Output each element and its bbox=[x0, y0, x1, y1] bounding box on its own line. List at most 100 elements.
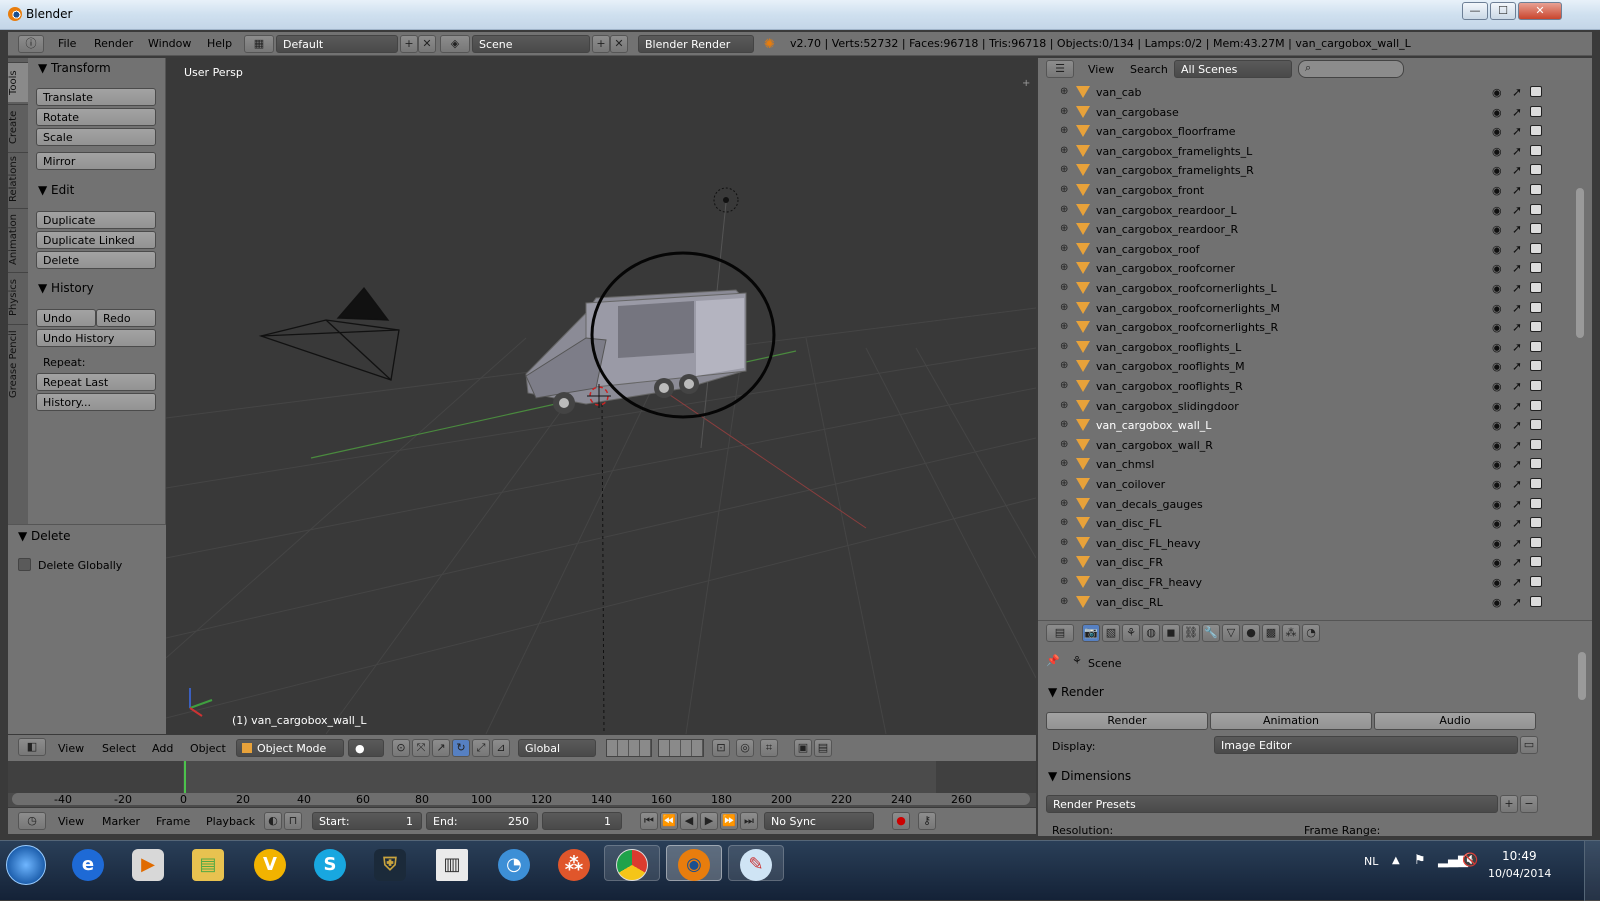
screen-layout-icon[interactable]: ▦ bbox=[244, 35, 274, 53]
tab-tools[interactable]: Tools bbox=[8, 62, 28, 102]
renderability-camera-icon[interactable] bbox=[1530, 321, 1542, 333]
pin-icon[interactable]: 📌 bbox=[1046, 654, 1060, 667]
van-model[interactable] bbox=[525, 289, 747, 414]
renderability-camera-icon[interactable] bbox=[1530, 164, 1542, 176]
document-app-icon[interactable]: ▥ bbox=[436, 849, 468, 881]
outliner-item[interactable]: ⊕ van_cargobox_roofcornerlights_M ◉ ➚ bbox=[1038, 299, 1592, 319]
add-preset-icon[interactable]: + bbox=[1500, 795, 1518, 813]
selectability-cursor-icon[interactable]: ➚ bbox=[1512, 497, 1522, 511]
renderability-camera-icon[interactable] bbox=[1530, 262, 1542, 274]
menu-file[interactable]: File bbox=[58, 37, 76, 50]
menu-view-timeline[interactable]: View bbox=[58, 815, 84, 828]
manipulator-space-icon[interactable]: ⊿ bbox=[492, 739, 510, 757]
redo-button[interactable]: Redo bbox=[96, 309, 156, 327]
maximize-button[interactable]: ☐ bbox=[1490, 2, 1516, 20]
timeline[interactable]: -40 -20 0 20 40 60 80 100 120 140 160 18… bbox=[8, 761, 1036, 807]
display-dropdown[interactable]: Image Editor bbox=[1214, 736, 1518, 754]
selectability-cursor-icon[interactable]: ➚ bbox=[1512, 555, 1522, 569]
selectability-cursor-icon[interactable]: ➚ bbox=[1512, 575, 1522, 589]
renderability-camera-icon[interactable] bbox=[1530, 282, 1542, 293]
scene-field[interactable]: Scene bbox=[472, 35, 590, 53]
orientation-dropdown[interactable]: Global bbox=[518, 739, 596, 757]
tab-relations[interactable]: Relations bbox=[8, 152, 28, 206]
language-indicator[interactable]: NL bbox=[1364, 855, 1378, 868]
render-preview-icon[interactable]: ▣ bbox=[794, 739, 812, 757]
visibility-eye-icon[interactable]: ◉ bbox=[1492, 341, 1502, 354]
undo-button[interactable]: Undo bbox=[36, 309, 96, 327]
scene-tab-icon[interactable]: ⚘ bbox=[1122, 624, 1140, 642]
tab-physics[interactable]: Physics bbox=[8, 272, 28, 322]
render-presets-dropdown[interactable]: Render Presets bbox=[1046, 795, 1498, 813]
outliner-item[interactable]: ⊕ van_cargobox_reardoor_L ◉ ➚ bbox=[1038, 201, 1592, 221]
start-frame-field[interactable]: Start: 1 bbox=[312, 812, 422, 830]
media-player-icon[interactable]: ▶ bbox=[132, 849, 164, 881]
selectability-cursor-icon[interactable]: ➚ bbox=[1512, 203, 1522, 217]
add-scene-icon[interactable]: + bbox=[592, 35, 610, 53]
layers-grid-1[interactable] bbox=[606, 739, 652, 757]
menu-marker[interactable]: Marker bbox=[102, 815, 140, 828]
expand-icon[interactable]: ⊕ bbox=[1060, 243, 1070, 254]
world-tab-icon[interactable]: ◍ bbox=[1142, 624, 1160, 642]
selectability-cursor-icon[interactable]: ➚ bbox=[1512, 516, 1522, 530]
undo-history-button[interactable]: Undo History bbox=[36, 329, 156, 347]
snap-icon[interactable]: ⌗ bbox=[760, 739, 778, 757]
physics-tab-icon[interactable]: ◔ bbox=[1302, 624, 1320, 642]
outliner-scrollbar[interactable] bbox=[1576, 188, 1584, 338]
selectability-cursor-icon[interactable]: ➚ bbox=[1512, 222, 1522, 236]
remove-layout-icon[interactable]: ✕ bbox=[418, 35, 436, 53]
renderability-camera-icon[interactable] bbox=[1530, 125, 1542, 137]
render-panel-header[interactable]: ▼ Render bbox=[1048, 685, 1104, 699]
outliner-item[interactable]: ⊕ van_cargobox_wall_L ◉ ➚ bbox=[1038, 416, 1592, 436]
outliner-item[interactable]: ⊕ van_cargobox_reardoor_R ◉ ➚ bbox=[1038, 220, 1592, 240]
tray-expand-icon[interactable]: ▲ bbox=[1392, 855, 1400, 866]
rotate-manipulator-icon[interactable]: ↻ bbox=[452, 739, 470, 757]
end-frame-field[interactable]: End: 250 bbox=[426, 812, 538, 830]
editor-type-info-icon[interactable]: ⓘ bbox=[18, 35, 44, 53]
outliner-item[interactable]: ⊕ van_disc_FR ◉ ➚ bbox=[1038, 553, 1592, 573]
jump-end-icon[interactable]: ⏭ bbox=[740, 812, 758, 830]
menu-frame[interactable]: Frame bbox=[156, 815, 190, 828]
expand-icon[interactable]: ⊕ bbox=[1060, 341, 1070, 352]
visibility-eye-icon[interactable]: ◉ bbox=[1492, 262, 1502, 275]
internet-explorer-icon[interactable]: e bbox=[72, 849, 104, 881]
visibility-eye-icon[interactable]: ◉ bbox=[1492, 458, 1502, 471]
3d-viewport[interactable]: User Persp (1) van_cargobox_wall_L + bbox=[166, 58, 1036, 734]
expand-icon[interactable]: ⊕ bbox=[1060, 361, 1070, 371]
selectability-cursor-icon[interactable]: ➚ bbox=[1512, 438, 1522, 452]
translate-manipulator-icon[interactable]: ↗ bbox=[432, 739, 450, 757]
outliner-item[interactable]: ⊕ van_cargobase ◉ ➚ bbox=[1038, 103, 1592, 123]
v-app-icon[interactable]: V bbox=[254, 849, 286, 881]
expand-icon[interactable]: ⊕ bbox=[1060, 165, 1070, 175]
render-button[interactable]: Render bbox=[1046, 712, 1208, 730]
close-button[interactable]: ✕ bbox=[1518, 2, 1562, 20]
scale-manipulator-icon[interactable]: ⤢ bbox=[472, 739, 490, 757]
expand-icon[interactable]: ⊕ bbox=[1060, 381, 1070, 391]
outliner-item[interactable]: ⊕ van_disc_FR_heavy ◉ ➚ bbox=[1038, 573, 1592, 593]
visibility-eye-icon[interactable]: ◉ bbox=[1492, 478, 1502, 491]
expand-icon[interactable]: ⊕ bbox=[1060, 537, 1070, 548]
opengl-render-icon[interactable]: ▤ bbox=[814, 739, 832, 757]
editor-type-timeline-icon[interactable]: ◷ bbox=[18, 812, 46, 830]
renderability-camera-icon[interactable] bbox=[1530, 536, 1542, 548]
play-reverse-icon[interactable]: ◀ bbox=[680, 812, 698, 830]
visibility-eye-icon[interactable]: ◉ bbox=[1492, 439, 1502, 452]
show-desktop-button[interactable] bbox=[1584, 841, 1600, 901]
expand-icon[interactable]: ⊕ bbox=[1060, 400, 1070, 411]
duplicate-linked-button[interactable]: Duplicate Linked bbox=[36, 231, 156, 249]
selectability-cursor-icon[interactable]: ➚ bbox=[1512, 85, 1522, 99]
menu-view[interactable]: View bbox=[58, 742, 84, 755]
outliner-item[interactable]: ⊕ van_cargobox_roof ◉ ➚ bbox=[1038, 240, 1592, 260]
sync-dropdown[interactable]: No Sync bbox=[764, 812, 874, 830]
renderability-camera-icon[interactable] bbox=[1530, 595, 1542, 607]
menu-object[interactable]: Object bbox=[190, 742, 226, 755]
visibility-eye-icon[interactable]: ◉ bbox=[1492, 498, 1502, 511]
outliner-item[interactable]: ⊕ van_disc_FL_heavy ◉ ➚ bbox=[1038, 534, 1592, 554]
play-icon[interactable]: ▶ bbox=[700, 812, 718, 830]
delete-button[interactable]: Delete bbox=[36, 251, 156, 269]
expand-icon[interactable]: ⊕ bbox=[1060, 420, 1070, 430]
selectability-cursor-icon[interactable]: ➚ bbox=[1512, 144, 1522, 158]
texture-tab-icon[interactable]: ▩ bbox=[1262, 624, 1280, 642]
start-button[interactable] bbox=[6, 845, 46, 885]
selectability-cursor-icon[interactable]: ➚ bbox=[1512, 242, 1522, 256]
expand-icon[interactable]: ⊕ bbox=[1060, 145, 1070, 156]
